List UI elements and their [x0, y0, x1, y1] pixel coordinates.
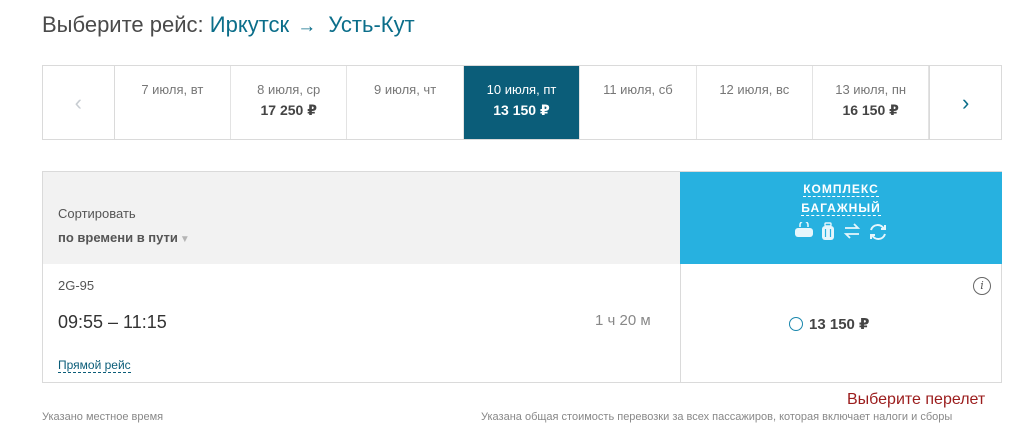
date-price: 13 150 ₽ — [493, 102, 550, 118]
chevron-right-icon[interactable]: › — [929, 66, 1001, 139]
local-time-note: Указано местное время — [42, 411, 164, 423]
fare-radio[interactable] — [789, 317, 803, 331]
date-option-5[interactable]: 12 июля, вс — [697, 66, 813, 139]
bag-icon — [794, 220, 814, 247]
flight-number: 2G-95 — [58, 278, 95, 293]
destination-city: Усть-Кут — [328, 12, 415, 37]
date-label: 7 июля, вт — [141, 82, 204, 97]
flight-results-table: Сортировать по времени в пути ▼ КОМПЛЕКС … — [42, 171, 1002, 383]
sort-value: по времени в пути — [58, 230, 178, 245]
direct-flight-link[interactable]: Прямой рейс — [58, 358, 131, 373]
date-option-1[interactable]: 8 июля, ср 17 250 ₽ — [231, 66, 348, 139]
select-flight-hint: Выберите перелет — [847, 391, 986, 408]
flight-duration: 1 ч 20 м — [595, 312, 651, 329]
date-label: 9 июля, чт — [374, 82, 437, 97]
date-label: 13 июля, пн — [835, 82, 907, 97]
date-option-6[interactable]: 13 июля, пн 16 150 ₽ — [813, 66, 930, 139]
date-price: 16 150 ₽ — [842, 102, 899, 118]
fare-price: 13 150 ₽ — [809, 316, 870, 333]
price-note: Указана общая стоимость перевозки за все… — [481, 411, 953, 423]
refund-icon — [868, 222, 888, 247]
table-header-sort: Сортировать по времени в пути ▼ — [43, 172, 680, 264]
page-title: Выберите рейс: Иркутск → Усть-Кут — [42, 12, 415, 38]
tariff-line-2: БАГАЖНЫЙ — [801, 201, 881, 216]
exchange-icon — [842, 222, 862, 247]
tariff-header: КОМПЛЕКС БАГАЖНЫЙ — [680, 172, 1002, 264]
arrow-right-icon: → — [297, 16, 317, 37]
suitcase-icon — [820, 222, 836, 247]
date-option-selected[interactable]: 10 июля, пт 13 150 ₽ — [463, 66, 581, 139]
tariff-line-1: КОМПЛЕКС — [803, 182, 879, 197]
date-price: 17 250 ₽ — [260, 102, 317, 118]
flight-times: 09:55 – 11:15 — [58, 312, 167, 332]
sort-label: Сортировать — [58, 206, 136, 221]
date-label: 8 июля, ср — [257, 82, 321, 97]
date-option-4[interactable]: 11 июля, сб — [580, 66, 697, 139]
origin-city: Иркутск — [209, 12, 290, 37]
date-label: 12 июля, вс — [719, 82, 790, 97]
sort-select[interactable]: по времени в пути ▼ — [58, 230, 190, 245]
column-divider — [680, 264, 681, 382]
date-option-0[interactable]: 7 июля, вт — [115, 66, 232, 139]
date-label: 11 июля, сб — [603, 82, 673, 97]
fare-option[interactable]: 13 150 ₽ — [789, 315, 869, 333]
date-label: 10 июля, пт — [486, 82, 557, 97]
date-option-2[interactable]: 9 июля, чт — [347, 66, 464, 139]
info-icon[interactable]: i — [973, 277, 991, 295]
chevron-left-icon[interactable]: ‹ — [43, 66, 115, 139]
date-carousel: ‹ 7 июля, вт 8 июля, ср 17 250 ₽ 9 июля,… — [42, 65, 1002, 140]
tariff-icons — [680, 220, 1002, 247]
caret-down-icon: ▼ — [179, 234, 190, 245]
title-prefix: Выберите рейс: — [42, 12, 204, 37]
tariff-name-link[interactable]: КОМПЛЕКС БАГАЖНЫЙ — [680, 180, 1002, 218]
